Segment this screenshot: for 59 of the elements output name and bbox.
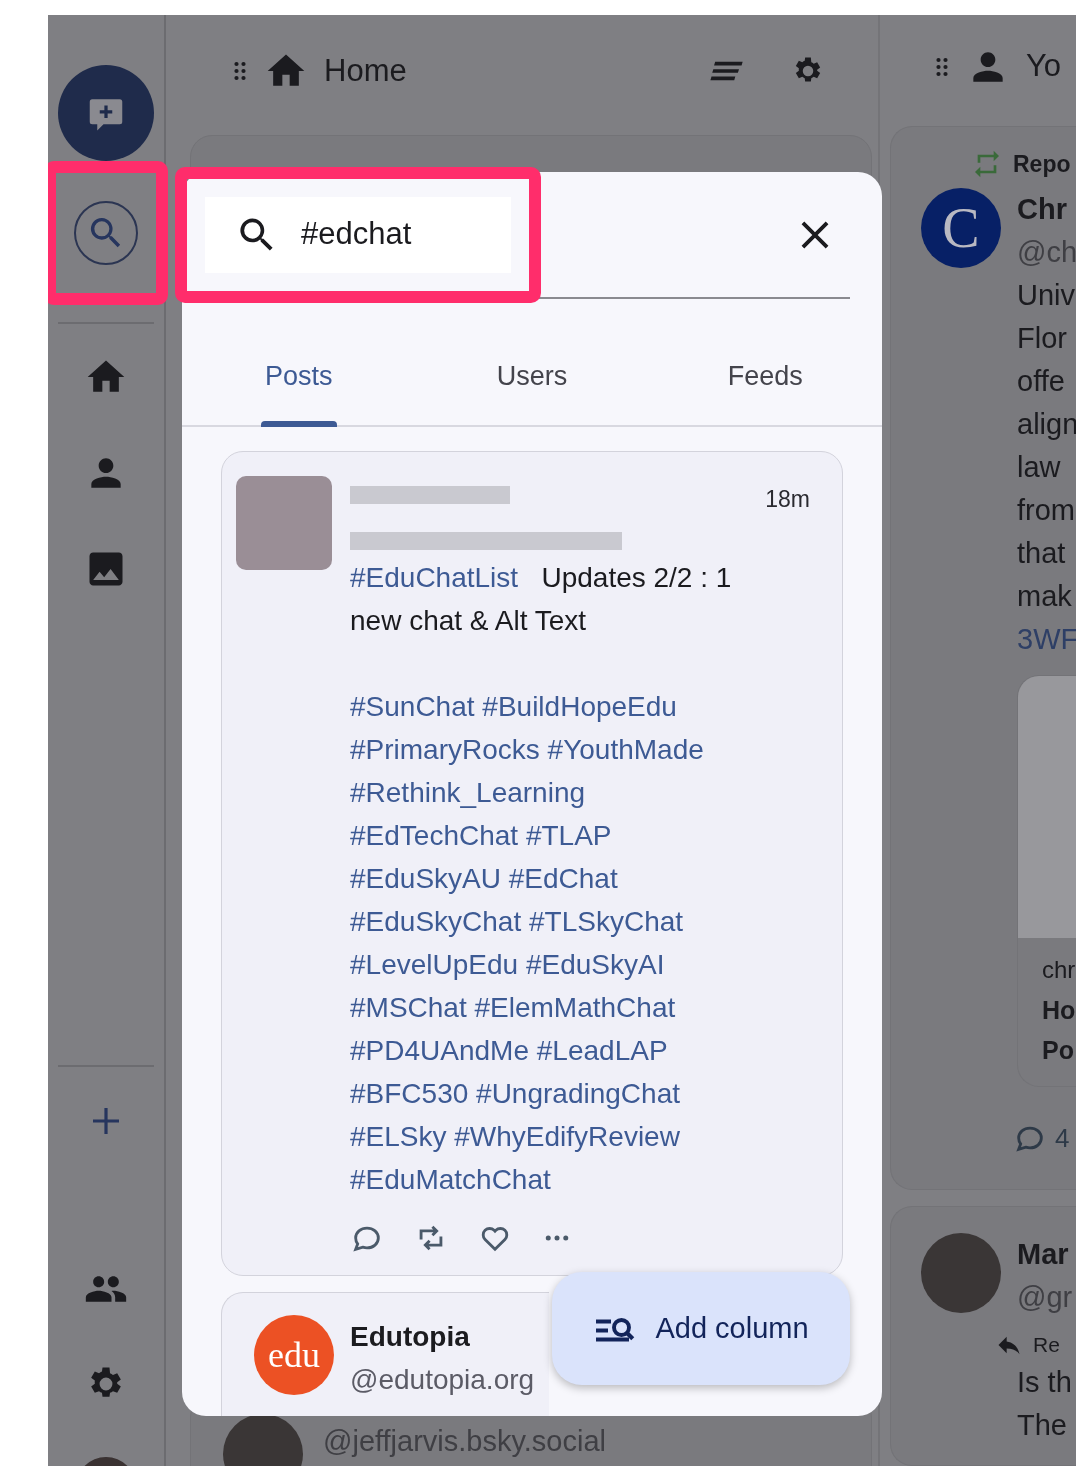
hashtag-link[interactable]: #BFC530 (350, 1078, 469, 1109)
hashtag-link[interactable]: #TLSkyChat (529, 906, 684, 937)
hashtag-link[interactable]: #ElemMathChat (474, 992, 676, 1023)
add-column-button[interactable]: Add column (552, 1272, 850, 1385)
hashtag-link[interactable]: #EduSkyAI (525, 949, 665, 980)
post-time: 18m (765, 485, 810, 514)
embed-title: Ho (1042, 994, 1076, 1026)
author-handle: @edutopia.org (350, 1363, 535, 1397)
embed-source: chr (1042, 954, 1076, 985)
hashtag-link[interactable]: #Rethink_Learning (350, 777, 586, 808)
hashtag-link[interactable]: #EduSkyAU (350, 863, 501, 894)
post-text: Is th (1017, 1364, 1073, 1400)
post-text: Univ (1017, 277, 1076, 313)
reply-label: Re (1033, 1332, 1060, 1358)
search-button[interactable] (74, 201, 138, 265)
post-text: law (1017, 449, 1062, 485)
post-text: offe (1017, 363, 1066, 399)
embed-card[interactable]: chr Ho Po (1017, 674, 1076, 1087)
post-card[interactable] (221, 451, 843, 1276)
tab[interactable]: Feeds (648, 299, 882, 425)
hashtag-link[interactable]: #LeadLAP (536, 1035, 668, 1066)
tab[interactable]: Posts (182, 299, 416, 425)
hashtag-link[interactable]: #TLAP (525, 820, 612, 851)
avatar-logo: edu (254, 1315, 334, 1395)
column-title: Home (324, 51, 407, 90)
author-name[interactable]: Chr (1017, 187, 1076, 231)
hashtag-link[interactable]: #EduChatList (350, 562, 519, 593)
tab[interactable]: Users (415, 299, 649, 425)
hashtag-link[interactable]: #PD4UAndMe (350, 1035, 529, 1066)
avatar-logo: C (921, 187, 1001, 268)
reply-count: 4 (1055, 1121, 1070, 1155)
add-icon[interactable] (90, 1105, 122, 1137)
hashtag-link[interactable]: #PrimaryRocks (350, 734, 540, 765)
hashtag-link[interactable]: #WhyEdifyReview (454, 1121, 680, 1152)
post-text: Flor (1017, 320, 1068, 356)
post-text: that (1017, 535, 1067, 571)
column-title: Yo (1026, 47, 1062, 86)
hashtag-link[interactable]: #UngradingChat (476, 1078, 680, 1109)
hashtag-link[interactable]: #EdChat (508, 863, 618, 894)
hashtag-link[interactable]: #MSChat (350, 992, 467, 1023)
hashtag-link[interactable]: #EduMatchChat (350, 1164, 551, 1195)
hashtag-link[interactable]: #EdTechChat (350, 820, 519, 851)
post-text: mak (1017, 578, 1073, 614)
user-card[interactable]: edu Edutopia @edutopia.org (221, 1292, 549, 1416)
post-text: The (1017, 1407, 1068, 1443)
post-text: from (1017, 492, 1076, 528)
hashtag-link[interactable]: #SunChat (350, 691, 475, 722)
repost-label: Repo (1013, 150, 1071, 179)
post-text: #EduChatList Updates 2/2 : 1 new chat & Alt Text (350, 561, 733, 638)
hashtag-link[interactable]: #LevelUpEdu (350, 949, 519, 980)
hashtag-link[interactable]: #ELSky (350, 1121, 447, 1152)
post-text: align (1017, 406, 1076, 442)
hashtag-link[interactable]: #EduSkyChat (350, 906, 522, 937)
hashtag-link[interactable]: #BuildHopeEdu (482, 691, 677, 722)
hashtag-link[interactable]: #YouthMade (547, 734, 704, 765)
embed-title: Po (1042, 1034, 1074, 1066)
search-field[interactable]: #edchat (205, 196, 511, 273)
author-name[interactable]: Mar (1017, 1233, 1073, 1276)
author-name: Edutopia (350, 1320, 471, 1354)
